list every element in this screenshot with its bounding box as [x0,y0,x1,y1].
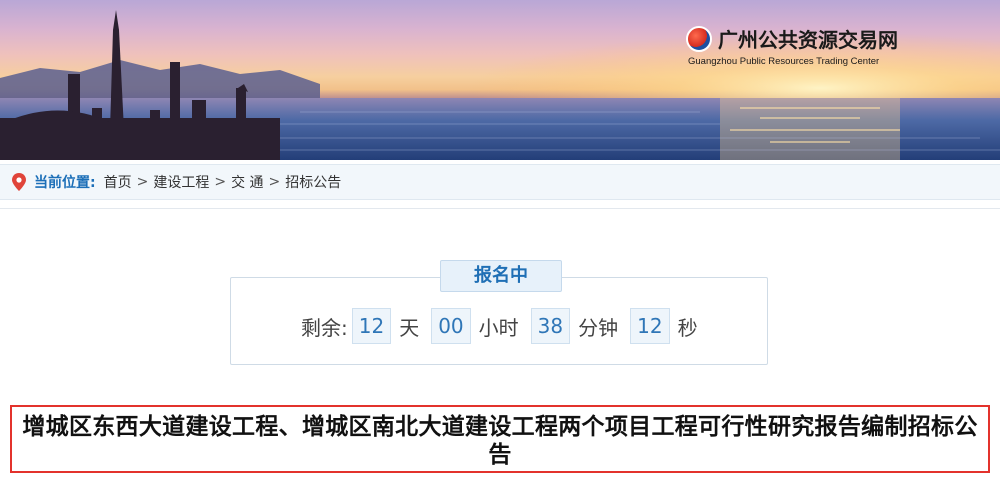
status-badge: 报名中 [440,260,562,292]
announcement-title-highlight: 增城区东西大道建设工程、增城区南北大道建设工程两个项目工程可行性研究报告编制招标… [10,405,990,473]
breadcrumb-separator: > [214,174,227,190]
countdown-timer: 剩余: 12 天 00 小时 38 分钟 12 秒 [301,308,706,344]
registration-status-box: 报名中 剩余: 12 天 00 小时 38 分钟 12 秒 [230,260,768,365]
breadcrumb-transport[interactable]: 交 通 [231,172,263,192]
logo-mark-icon [686,26,712,52]
breadcrumb-tender-notice[interactable]: 招标公告 [285,172,341,192]
header-banner: 广州公共资源交易网 Guangzhou Public Resources Tra… [0,0,1000,160]
logo-title-en: Guangzhou Public Resources Trading Cente… [688,56,880,67]
remaining-label: 剩余: [301,315,348,340]
logo-title-cn: 广州公共资源交易网 [718,28,898,52]
breadcrumb: 当前位置: 首页 > 建设工程 > 交 通 > 招标公告 [0,164,1000,200]
breadcrumb-label: 当前位置: [34,175,96,191]
location-pin-icon [12,173,26,191]
announcement-title: 增城区东西大道建设工程、增城区南北大道建设工程两个项目工程可行性研究报告编制招标… [22,413,978,468]
countdown-seconds: 12 [630,308,670,344]
countdown-days: 12 [351,308,392,344]
announcement-panel: 报名中 剩余: 12 天 00 小时 38 分钟 12 秒 增城区东西大道建设工… [0,208,1000,478]
countdown-minutes: 38 [530,308,571,344]
breadcrumb-items: 首页 > 建设工程 > 交 通 > 招标公告 [104,172,342,192]
breadcrumb-separator: > [268,174,281,190]
breadcrumb-home[interactable]: 首页 [104,172,132,192]
site-logo[interactable]: 广州公共资源交易网 Guangzhou Public Resources Tra… [686,22,916,72]
countdown-hours: 00 [431,308,471,344]
breadcrumb-construction[interactable]: 建设工程 [153,172,209,192]
countdown-days-unit: 天 [399,315,420,340]
breadcrumb-separator: > [136,174,149,190]
countdown-minutes-unit: 分钟 [578,315,619,340]
countdown-hours-unit: 小时 [478,315,519,340]
countdown-seconds-unit: 秒 [677,315,698,340]
